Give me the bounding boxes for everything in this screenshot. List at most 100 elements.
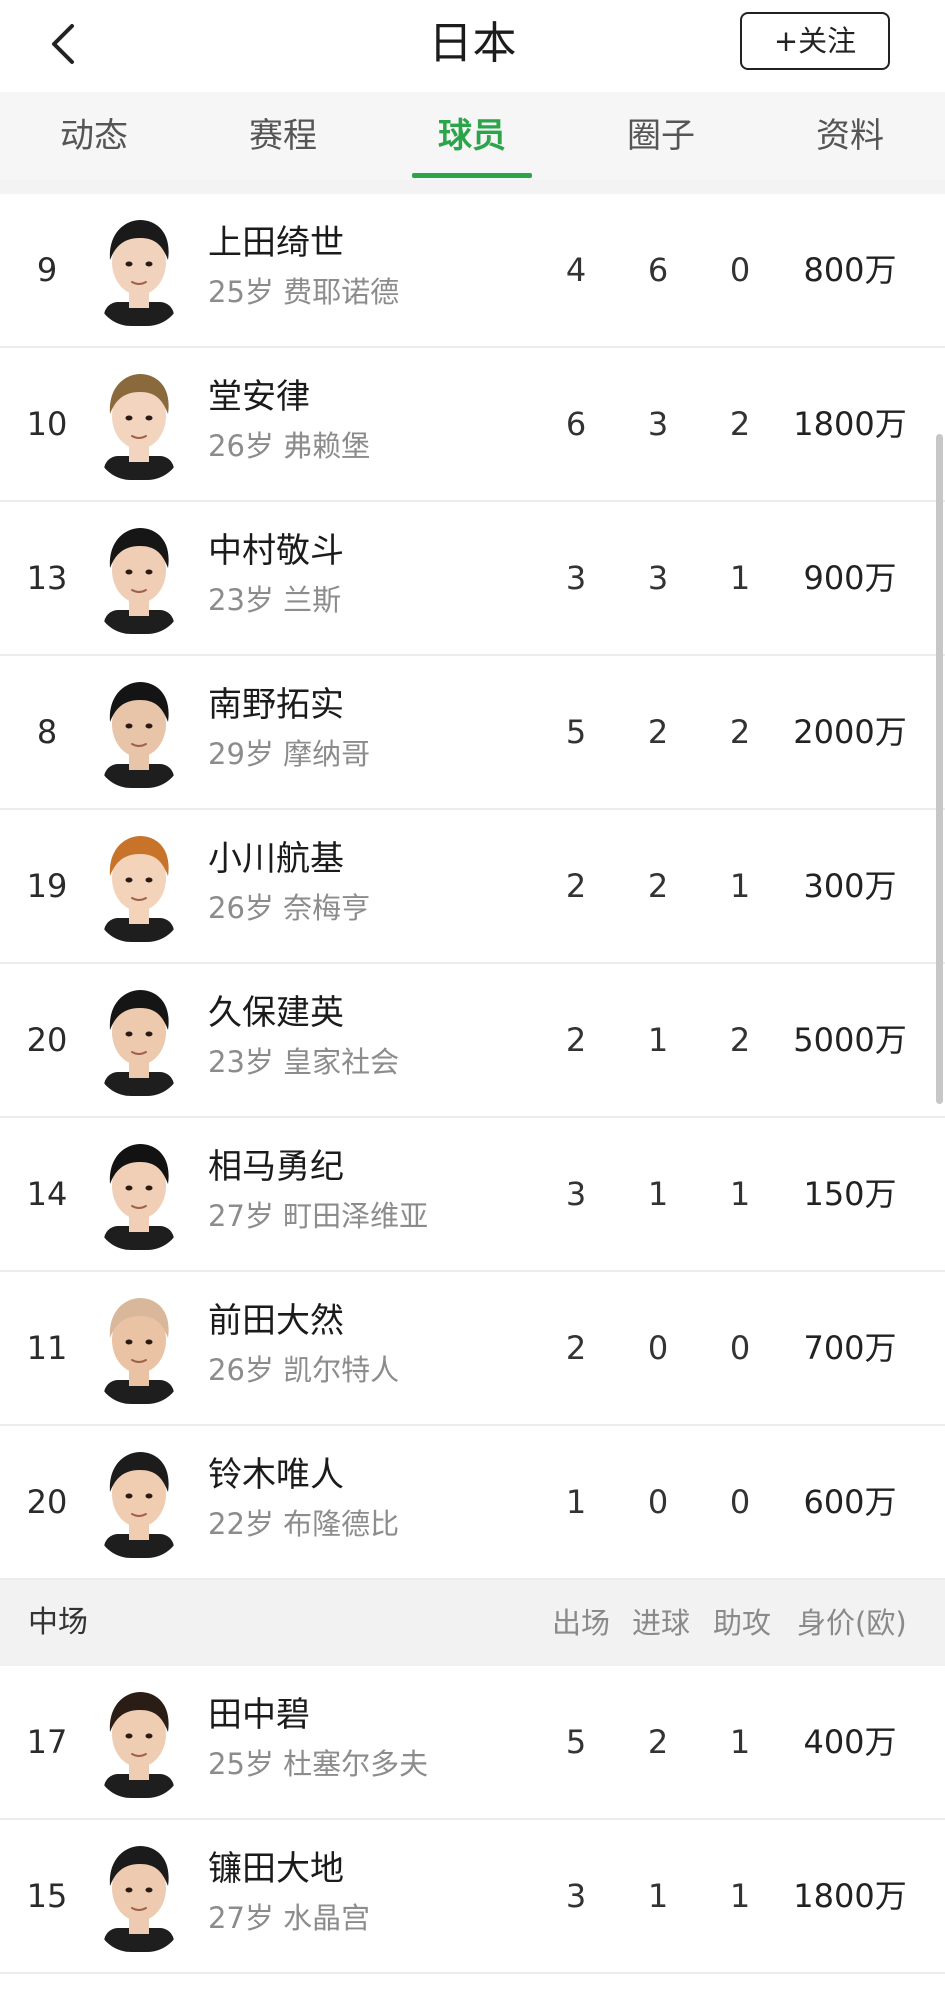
jersey-number: 15 xyxy=(26,1877,68,1915)
follow-button[interactable]: +关注 xyxy=(740,12,890,70)
player-name: 相马勇纪 xyxy=(208,1147,344,1187)
player-row[interactable]: 19 小川航基 26岁 奈梅亨 2 2 1 300万 xyxy=(0,810,945,964)
player-row[interactable]: 20 久保建英 23岁 皇家社会 2 1 2 5000万 xyxy=(0,964,945,1118)
goals: 6 xyxy=(647,251,669,289)
market-value: 800万 xyxy=(803,251,897,289)
player-age-club: 25岁 杜塞尔多夫 xyxy=(208,1747,429,1781)
player-age-club: 26岁 弗赖堡 xyxy=(208,429,371,463)
market-value: 1800万 xyxy=(793,1877,907,1915)
player-name: 堂安律 xyxy=(208,377,310,417)
goals: 2 xyxy=(647,867,669,905)
player-avatar[interactable] xyxy=(96,830,182,942)
appearances: 5 xyxy=(565,1723,587,1761)
player-row[interactable]: 20 铃木唯人 22岁 布隆德比 1 0 0 600万 xyxy=(0,1426,945,1580)
player-avatar[interactable] xyxy=(96,214,182,326)
divider xyxy=(0,180,945,194)
player-row[interactable]: 10 堂安律 26岁 弗赖堡 6 3 2 1800万 xyxy=(0,348,945,502)
player-avatar[interactable] xyxy=(96,522,182,634)
assists: 1 xyxy=(729,1175,751,1213)
market-value: 400万 xyxy=(803,1723,897,1761)
appearances: 3 xyxy=(565,1175,587,1213)
tab-circle[interactable]: 圈子 xyxy=(581,92,741,180)
player-avatar[interactable] xyxy=(96,1686,182,1798)
player-name: 中村敬斗 xyxy=(208,531,344,571)
tab-schedule[interactable]: 赛程 xyxy=(203,92,363,180)
appearances: 2 xyxy=(565,1021,587,1059)
assists: 0 xyxy=(729,1483,751,1521)
player-name: 铃木唯人 xyxy=(208,1455,344,1495)
player-age-club: 26岁 凯尔特人 xyxy=(208,1353,400,1387)
jersey-number: 20 xyxy=(26,1483,68,1521)
player-avatar[interactable] xyxy=(96,1840,182,1952)
assists: 0 xyxy=(729,251,751,289)
player-age-club: 23岁 皇家社会 xyxy=(208,1045,400,1079)
market-value: 900万 xyxy=(803,559,897,597)
assists: 2 xyxy=(729,713,751,751)
market-value: 150万 xyxy=(803,1175,897,1213)
player-row[interactable]: 13 中村敬斗 23岁 兰斯 3 3 1 900万 xyxy=(0,502,945,656)
player-list: 9 上田绮世 25岁 费耶诺德 4 6 0 800万 10 堂安律 26岁 弗赖堡 6 3 2 1800万… xyxy=(0,194,945,1974)
player-name: 田中碧 xyxy=(208,1695,310,1735)
player-avatar[interactable] xyxy=(96,1446,182,1558)
goals: 1 xyxy=(647,1175,669,1213)
market-value: 700万 xyxy=(803,1329,897,1367)
player-row[interactable]: 17 田中碧 25岁 杜塞尔多夫 5 2 1 400万 xyxy=(0,1666,945,1820)
player-row[interactable]: 14 相马勇纪 27岁 町田泽维亚 3 1 1 150万 xyxy=(0,1118,945,1272)
scrollbar[interactable] xyxy=(936,434,943,1104)
player-row[interactable]: 15 镰田大地 27岁 水晶宫 3 1 1 1800万 xyxy=(0,1820,945,1974)
active-tab-indicator xyxy=(412,173,532,178)
player-avatar[interactable] xyxy=(96,1138,182,1250)
player-name: 镰田大地 xyxy=(208,1849,344,1889)
column-header-value: 身价(欧) xyxy=(797,1606,907,1640)
player-age-club: 29岁 摩纳哥 xyxy=(208,737,371,771)
assists: 0 xyxy=(729,1329,751,1367)
player-avatar[interactable] xyxy=(96,984,182,1096)
market-value: 5000万 xyxy=(793,1021,907,1059)
appearances: 5 xyxy=(565,713,587,751)
player-row[interactable]: 9 上田绮世 25岁 费耶诺德 4 6 0 800万 xyxy=(0,194,945,348)
player-age-club: 27岁 町田泽维亚 xyxy=(208,1199,429,1233)
jersey-number: 19 xyxy=(26,867,68,905)
jersey-number: 17 xyxy=(26,1723,68,1761)
jersey-number: 10 xyxy=(26,405,68,443)
top-bar: 日本 +关注 xyxy=(0,0,945,92)
assists: 1 xyxy=(729,1877,751,1915)
goals: 0 xyxy=(647,1483,669,1521)
tab-news[interactable]: 动态 xyxy=(14,92,174,180)
column-header-goals: 进球 xyxy=(632,1606,691,1640)
jersey-number: 13 xyxy=(26,559,68,597)
player-row[interactable]: 8 南野拓实 29岁 摩纳哥 5 2 2 2000万 xyxy=(0,656,945,810)
section-header-midfield: 中场 出场 进球 助攻 身价(欧) xyxy=(0,1580,945,1666)
appearances: 2 xyxy=(565,1329,587,1367)
appearances: 1 xyxy=(565,1483,587,1521)
player-name: 久保建英 xyxy=(208,993,344,1033)
goals: 1 xyxy=(647,1021,669,1059)
appearances: 2 xyxy=(565,867,587,905)
column-header-assists: 助攻 xyxy=(713,1606,772,1640)
player-name: 南野拓实 xyxy=(208,685,344,725)
player-avatar[interactable] xyxy=(96,676,182,788)
player-avatar[interactable] xyxy=(96,368,182,480)
jersey-number: 11 xyxy=(26,1329,68,1367)
goals: 1 xyxy=(647,1877,669,1915)
section-title: 中场 xyxy=(28,1605,88,1640)
goals: 3 xyxy=(647,405,669,443)
player-name: 小川航基 xyxy=(208,839,344,879)
market-value: 300万 xyxy=(803,867,897,905)
assists: 1 xyxy=(729,1723,751,1761)
assists: 1 xyxy=(729,559,751,597)
player-avatar[interactable] xyxy=(96,1292,182,1404)
player-age-club: 25岁 费耶诺德 xyxy=(208,275,400,309)
player-row[interactable]: 11 前田大然 26岁 凯尔特人 2 0 0 700万 xyxy=(0,1272,945,1426)
tab-info[interactable]: 资料 xyxy=(770,92,930,180)
jersey-number: 14 xyxy=(26,1175,68,1213)
jersey-number: 20 xyxy=(26,1021,68,1059)
assists: 2 xyxy=(729,405,751,443)
market-value: 1800万 xyxy=(793,405,907,443)
assists: 1 xyxy=(729,867,751,905)
jersey-number: 9 xyxy=(36,251,58,289)
player-age-club: 27岁 水晶宫 xyxy=(208,1901,371,1935)
appearances: 4 xyxy=(565,251,587,289)
tab-players[interactable]: 球员 xyxy=(392,92,552,180)
player-name: 上田绮世 xyxy=(208,223,344,263)
